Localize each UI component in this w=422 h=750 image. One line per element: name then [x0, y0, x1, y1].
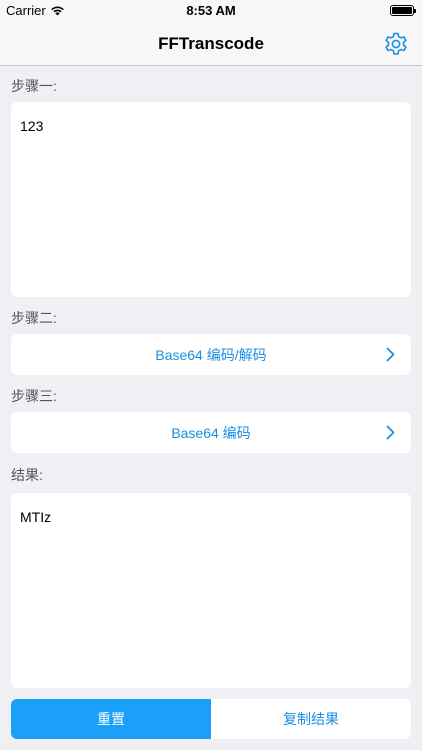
step3-label: 步骤三: — [11, 388, 57, 404]
battery-nub — [414, 9, 416, 13]
step2-label: 步骤二: — [11, 310, 57, 326]
settings-button[interactable] — [380, 28, 412, 60]
status-bar: Carrier 8:53 AM — [0, 0, 422, 22]
copy-result-button[interactable]: 复制结果 — [211, 699, 411, 739]
step2-select[interactable]: Base64 编码/解码 — [11, 334, 411, 375]
action-bar: 重置 复制结果 — [11, 699, 411, 739]
status-time: 8:53 AM — [186, 3, 236, 18]
result-label: 结果: — [11, 467, 43, 483]
step2-selection-label: Base64 编码/解码 — [155, 346, 267, 363]
battery-level — [392, 7, 412, 14]
step1-input[interactable]: 123 — [11, 102, 411, 297]
gear-icon — [385, 32, 407, 55]
battery-icon — [390, 5, 416, 16]
step3-select[interactable]: Base64 编码 — [11, 412, 411, 453]
navigation-bar: FFTranscode — [0, 22, 422, 66]
result-output[interactable]: MTIz — [11, 493, 411, 688]
step1-label: 步骤一: — [11, 78, 57, 94]
reset-button[interactable]: 重置 — [11, 699, 211, 739]
chevron-right-icon — [386, 425, 395, 440]
chevron-right-icon — [386, 347, 395, 362]
step3-selection-label: Base64 编码 — [171, 424, 251, 441]
page-title: FFTranscode — [158, 34, 264, 53]
